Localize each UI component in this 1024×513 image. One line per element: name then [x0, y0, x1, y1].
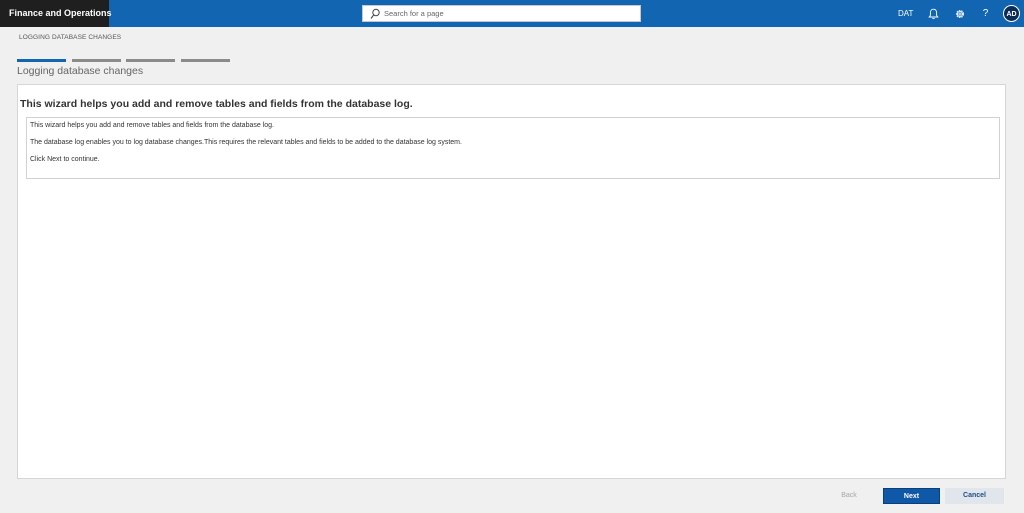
app-title[interactable]: Finance and Operations [0, 0, 112, 27]
bell-icon[interactable] [926, 6, 941, 21]
page-title: Logging database changes [17, 65, 144, 77]
top-nav-bar: Finance and Operations Search for a page… [0, 0, 1024, 27]
next-button[interactable]: Next [883, 488, 940, 504]
avatar[interactable]: AD [1003, 5, 1020, 22]
bell-glyph [928, 8, 939, 19]
wizard-description: This wizard helps you add and remove tab… [26, 117, 1000, 179]
wizard-step-3 [126, 59, 175, 62]
wizard-step-indicator [17, 59, 230, 62]
cancel-button[interactable]: Cancel [945, 488, 1004, 504]
back-button[interactable]: Back [820, 488, 878, 504]
help-glyph: ? [982, 8, 989, 19]
wizard-heading: This wizard helps you add and remove tab… [20, 98, 413, 110]
gear-glyph [955, 9, 964, 18]
wizard-step-4 [181, 59, 230, 62]
gear-icon[interactable] [952, 6, 967, 21]
wizard-step-2 [72, 59, 121, 62]
search-icon [370, 8, 380, 19]
description-line-2: The database log enables you to log data… [30, 139, 462, 146]
wizard-panel: This wizard helps you add and remove tab… [17, 84, 1006, 479]
search-placeholder: Search for a page [384, 9, 444, 18]
company-picker[interactable]: DAT [898, 0, 913, 27]
help-icon[interactable]: ? [978, 6, 993, 21]
search-input[interactable]: Search for a page [362, 5, 641, 22]
description-line-1: This wizard helps you add and remove tab… [30, 122, 274, 129]
description-line-3: Click Next to continue. [30, 156, 100, 163]
breadcrumb: LOGGING DATABASE CHANGES [19, 34, 122, 41]
wizard-step-1 [17, 59, 66, 62]
